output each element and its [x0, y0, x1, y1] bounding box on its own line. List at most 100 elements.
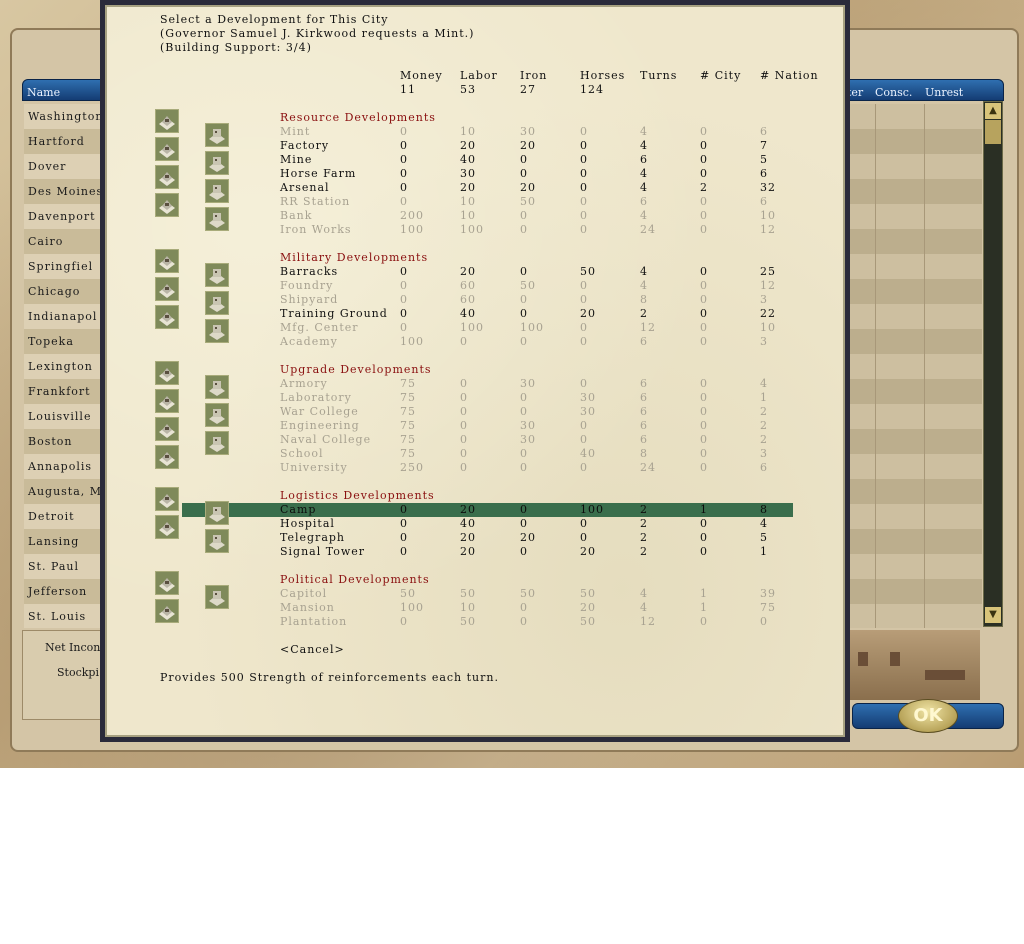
scroll-thumb[interactable]	[985, 120, 1001, 144]
development-name: Telegraph	[280, 531, 346, 544]
city-row[interactable]: Frankfort	[24, 379, 104, 404]
development-cost: 60	[460, 279, 476, 292]
building-icon[interactable]	[205, 207, 229, 231]
header-unrest[interactable]: Unrest	[925, 86, 963, 99]
city-row[interactable]: Lansing	[24, 529, 104, 554]
development-name: Bank	[280, 209, 313, 222]
development-cost: 0	[700, 377, 708, 390]
development-cost: 0	[520, 461, 528, 474]
development-cost: 1	[700, 587, 708, 600]
city-row[interactable]: Detroit	[24, 504, 104, 529]
city-row[interactable]: Indianapol	[24, 304, 104, 329]
development-cost: 75	[400, 391, 416, 404]
building-icon[interactable]	[205, 179, 229, 203]
development-cost: 20	[520, 181, 536, 194]
development-row[interactable]: University 250 0 0 0 24 0 6	[107, 461, 847, 475]
development-cost: 100	[460, 321, 484, 334]
development-cost: 20	[520, 531, 536, 544]
building-icon[interactable]	[155, 515, 179, 539]
building-icon[interactable]	[155, 487, 179, 511]
development-cost: 2	[760, 419, 768, 432]
cancel-button[interactable]: <Cancel>	[280, 643, 345, 656]
city-row[interactable]: Louisville	[24, 404, 104, 429]
row-stripe	[850, 379, 982, 404]
building-icon[interactable]	[155, 137, 179, 161]
building-icon[interactable]	[205, 529, 229, 553]
header-consc[interactable]: Consc.	[875, 86, 912, 99]
city-row[interactable]: St. Paul	[24, 554, 104, 579]
building-icon[interactable]	[205, 501, 229, 525]
city-row[interactable]: Washington	[24, 104, 104, 129]
building-icon[interactable]	[155, 109, 179, 133]
building-icon[interactable]	[205, 263, 229, 287]
building-icon[interactable]	[155, 277, 179, 301]
city-row[interactable]: Boston	[24, 429, 104, 454]
building-icon[interactable]	[205, 319, 229, 343]
building-icon[interactable]	[155, 193, 179, 217]
development-row[interactable]: Plantation 0 50 0 50 12 0 0	[107, 615, 847, 629]
building-icon[interactable]	[205, 123, 229, 147]
city-row[interactable]: St. Louis	[24, 604, 104, 629]
development-cost: 50	[580, 615, 596, 628]
column-header: # City	[700, 69, 742, 82]
building-icon[interactable]	[205, 151, 229, 175]
development-name: Signal Tower	[280, 545, 366, 558]
city-row[interactable]: Topeka	[24, 329, 104, 354]
development-cost: 30	[520, 125, 536, 138]
building-icon[interactable]	[155, 445, 179, 469]
city-row[interactable]: Chicago	[24, 279, 104, 304]
building-icon[interactable]	[155, 417, 179, 441]
building-icon[interactable]	[155, 305, 179, 329]
development-name: Academy	[280, 335, 338, 348]
city-row[interactable]: Dover	[24, 154, 104, 179]
header-name[interactable]: Name	[27, 86, 60, 99]
city-row[interactable]: Davenport	[24, 204, 104, 229]
development-cost: 0	[520, 545, 528, 558]
development-name: Mfg. Center	[280, 321, 359, 334]
development-name: Hospital	[280, 517, 335, 530]
dialog-parchment: Select a Development for This City (Gove…	[105, 5, 845, 737]
development-cost: 2	[640, 503, 648, 516]
column-header: Money	[400, 69, 443, 82]
building-icon[interactable]	[205, 403, 229, 427]
building-icon[interactable]	[155, 165, 179, 189]
development-cost: 0	[700, 391, 708, 404]
ok-button[interactable]: OK	[898, 699, 958, 733]
development-name: Arsenal	[280, 181, 330, 194]
city-list-scrollbar[interactable]: ▲ ▼	[983, 101, 1003, 627]
building-icon[interactable]	[155, 571, 179, 595]
building-icon[interactable]	[205, 431, 229, 455]
development-cost: 4	[640, 601, 648, 614]
income-summary-box: Net Incon Stockpi	[22, 630, 110, 720]
development-cost: 0	[700, 433, 708, 446]
scroll-down-icon[interactable]: ▼	[985, 607, 1001, 623]
building-icon[interactable]	[155, 249, 179, 273]
development-cost: 0	[700, 279, 708, 292]
building-icon[interactable]	[205, 585, 229, 609]
city-row[interactable]: Jefferson	[24, 579, 104, 604]
development-cost: 0	[520, 447, 528, 460]
development-cost: 8	[640, 447, 648, 460]
development-cost: 0	[700, 125, 708, 138]
city-row[interactable]: Annapolis	[24, 454, 104, 479]
development-cost: 20	[580, 601, 596, 614]
city-row[interactable]: Springfiel	[24, 254, 104, 279]
city-row[interactable]: Des Moines	[24, 179, 104, 204]
available-resource-value: 124	[580, 83, 604, 96]
building-icon[interactable]	[155, 361, 179, 385]
development-cost: 30	[460, 167, 476, 180]
building-icon[interactable]	[155, 599, 179, 623]
development-cost: 24	[640, 461, 656, 474]
development-name: Training Ground	[280, 307, 388, 320]
development-cost: 0	[700, 531, 708, 544]
city-row[interactable]: Lexington	[24, 354, 104, 379]
city-row[interactable]: Cairo	[24, 229, 104, 254]
row-stripe	[850, 229, 982, 254]
building-icon[interactable]	[205, 291, 229, 315]
development-cost: 0	[700, 209, 708, 222]
scroll-up-icon[interactable]: ▲	[985, 103, 1001, 119]
building-icon[interactable]	[205, 375, 229, 399]
building-icon[interactable]	[155, 389, 179, 413]
city-row[interactable]: Hartford	[24, 129, 104, 154]
city-row[interactable]: Augusta, M	[24, 479, 104, 504]
